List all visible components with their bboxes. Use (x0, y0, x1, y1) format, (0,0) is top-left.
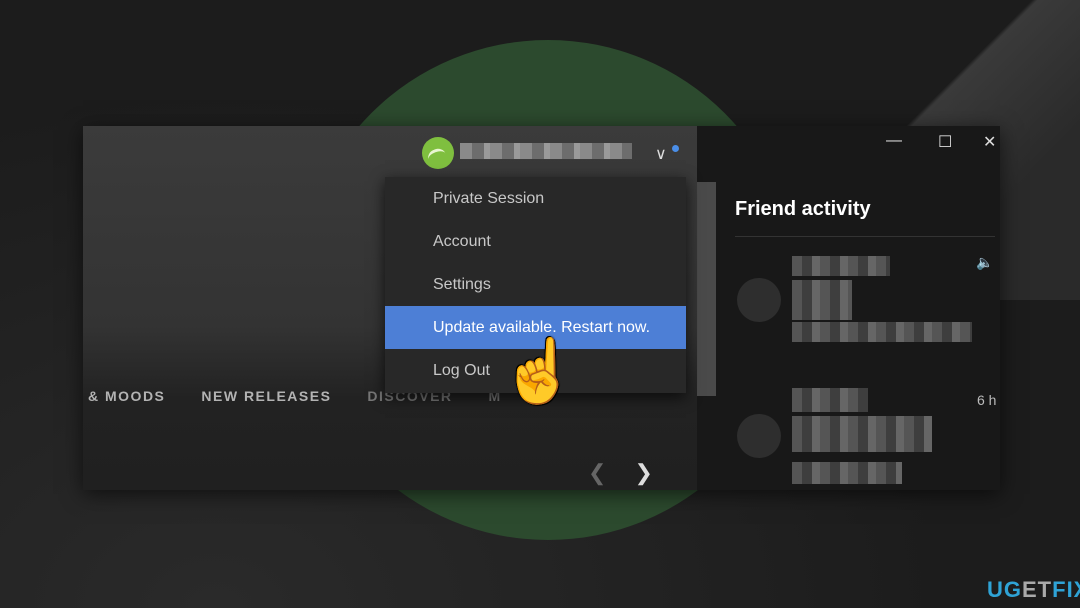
hand-cursor-icon: ☝ (500, 337, 578, 406)
avatar[interactable] (422, 137, 454, 169)
friend-avatar[interactable] (737, 278, 781, 322)
ugetfix-logo: UGETFIX (987, 577, 1080, 602)
friend-track-blurred (792, 280, 852, 320)
divider (735, 236, 995, 237)
friend-context-blurred (792, 322, 972, 342)
chevron-left-icon[interactable]: ❮ (588, 460, 606, 485)
friend-track-blurred (792, 416, 932, 452)
friend-name-blurred[interactable] (792, 388, 868, 412)
notification-dot (672, 145, 679, 152)
friend-avatar[interactable] (737, 414, 781, 458)
menu-item-account[interactable]: Account (385, 220, 686, 263)
tab-new-releases[interactable]: NEW RELEASES (201, 388, 331, 404)
friend-context-blurred (792, 462, 902, 484)
chevron-right-icon[interactable]: ❯ (634, 460, 652, 485)
tab-moods[interactable]: & MOODS (88, 388, 165, 404)
chevron-down-icon[interactable]: ∨ (655, 144, 667, 164)
spotify-window: ∨ & MOODS NEW RELEASES DISCOVER M ❮❯ ⌃ P… (83, 126, 1000, 490)
speaker-icon: 🔈 (976, 254, 994, 270)
close-icon[interactable]: ✕ (983, 132, 996, 152)
friend-name-blurred[interactable] (792, 256, 890, 276)
scrollbar[interactable] (697, 182, 716, 396)
friend-time: 6 h (977, 392, 997, 408)
menu-item-private-session[interactable]: Private Session (385, 177, 686, 220)
username-blurred[interactable] (460, 143, 632, 159)
friend-activity-title: Friend activity (735, 198, 871, 220)
maximize-icon[interactable]: ☐ (938, 132, 952, 152)
minimize-icon[interactable]: — (886, 132, 902, 150)
menu-item-settings[interactable]: Settings (385, 263, 686, 306)
